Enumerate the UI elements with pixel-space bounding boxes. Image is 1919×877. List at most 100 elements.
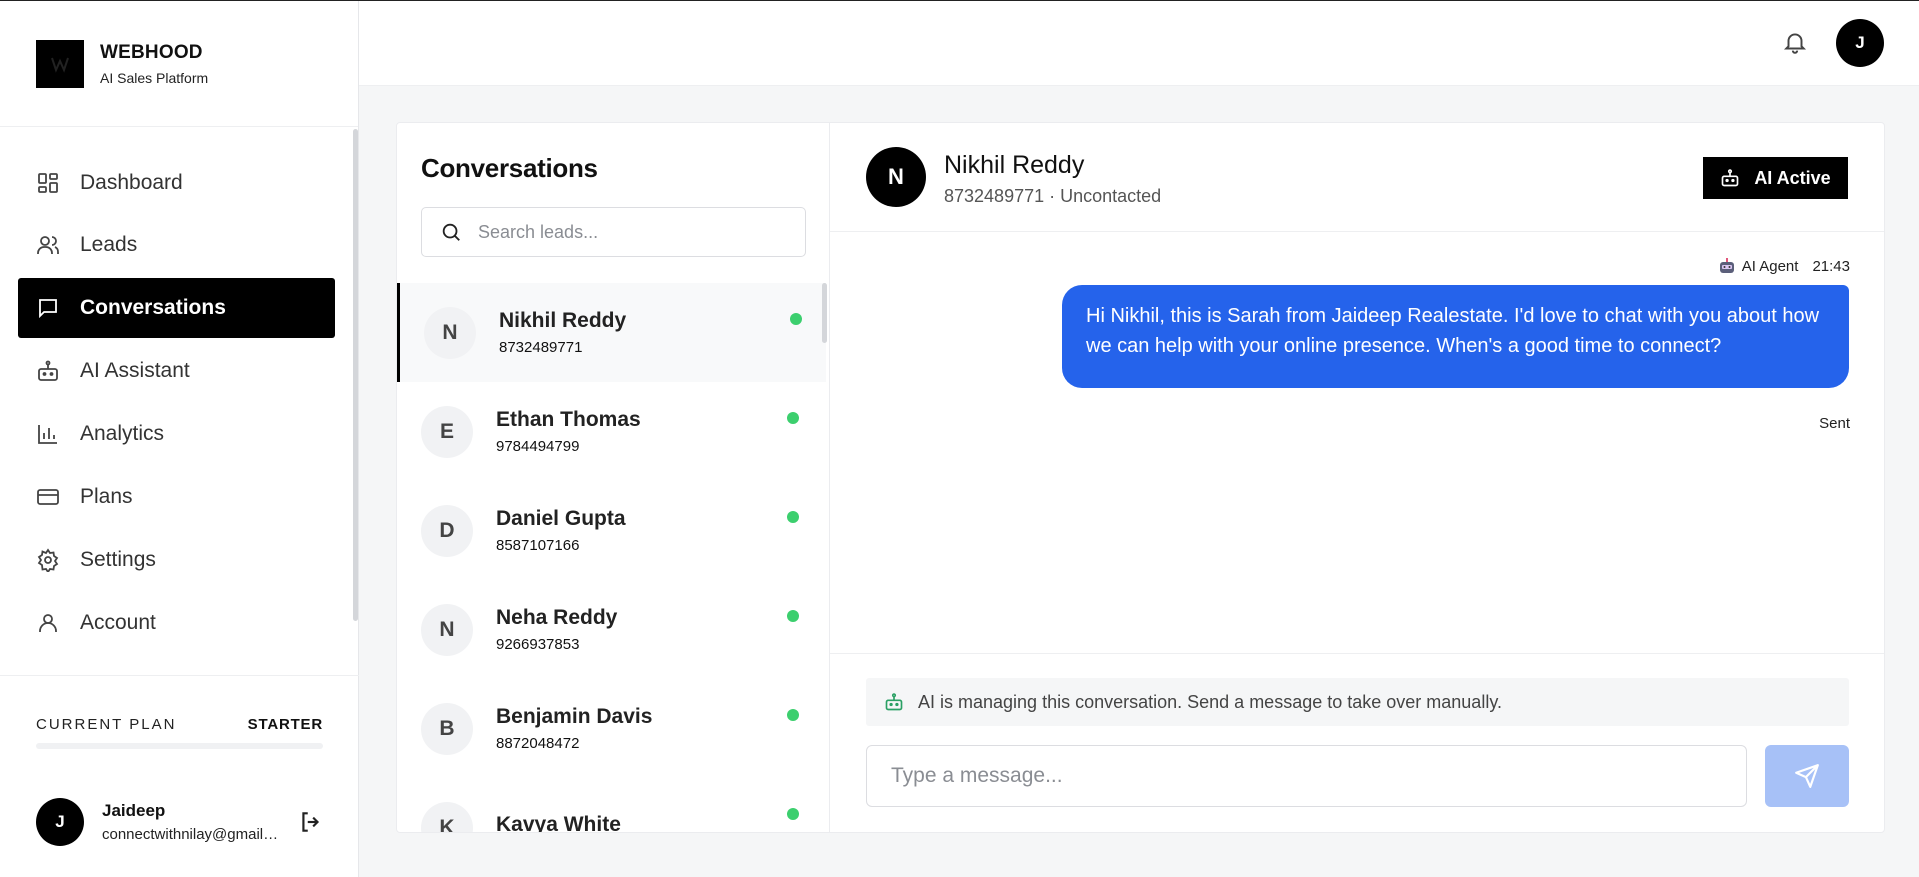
topbar: J — [359, 1, 1919, 86]
sidebar-item-plans[interactable]: Plans — [18, 467, 335, 527]
sidebar-item-conversations[interactable]: Conversations — [18, 278, 335, 338]
list-item[interactable]: E Ethan Thomas 9784494799 — [397, 382, 826, 481]
list-item[interactable]: N Neha Reddy 9266937853 — [397, 580, 826, 679]
sidebar-item-label: Dashboard — [80, 171, 183, 194]
plan-value: STARTER — [247, 716, 323, 733]
online-status-dot — [787, 412, 799, 424]
sidebar-item-label: Analytics — [80, 422, 165, 445]
sidebar-item-settings[interactable]: Settings — [18, 530, 335, 590]
chat-header: N Nikhil Reddy 8732489771 · Uncontacted … — [830, 123, 1884, 232]
avatar: B — [421, 702, 473, 755]
search-box[interactable] — [421, 207, 806, 257]
credit-card-icon — [36, 485, 60, 509]
current-plan: CURRENT PLAN STARTER — [0, 675, 359, 765]
online-status-dot — [787, 511, 799, 523]
list-scrollbar[interactable] — [822, 283, 827, 343]
message-sender: AI Agent — [1741, 257, 1799, 275]
user-name: Jaideep — [102, 800, 166, 820]
conversations-panel: Conversations N Nikhil Reddy 8732489771 … — [396, 122, 1885, 833]
lead-phone: 8587107166 — [496, 537, 580, 554]
message-square-icon — [36, 296, 60, 320]
avatar: N — [424, 306, 476, 359]
chat-window: N Nikhil Reddy 8732489771 · Uncontacted … — [830, 123, 1884, 832]
lead-name: Benjamin Davis — [496, 705, 653, 728]
lead-phone: 8732489771 — [499, 339, 583, 356]
message-meta: AI Agent 21:43 — [1718, 257, 1850, 275]
conversation-list: Conversations N Nikhil Reddy 8732489771 … — [397, 123, 830, 833]
user-profile: J Jaideep connectwithnilay@gmail.com — [0, 765, 359, 877]
lead-name: Nikhil Reddy — [499, 309, 627, 332]
sidebar-item-dashboard[interactable]: Dashboard — [18, 153, 335, 213]
bot-icon — [36, 359, 60, 383]
avatar: K — [421, 801, 473, 832]
send-button[interactable] — [1765, 745, 1849, 807]
search-input[interactable] — [478, 221, 778, 243]
list-item[interactable]: K Kavya White — [397, 778, 826, 833]
contact-name: Nikhil Reddy — [944, 151, 1085, 179]
avatar: D — [421, 504, 473, 557]
avatar: N — [866, 147, 926, 207]
logout-icon[interactable] — [298, 809, 324, 835]
brand-subtitle: AI Sales Platform — [100, 69, 209, 86]
users-icon — [36, 233, 60, 257]
online-status-dot — [787, 610, 799, 622]
send-icon — [1794, 763, 1820, 789]
brand-name: WEBHOOD — [100, 41, 203, 63]
lead-name: Kavya White — [496, 812, 621, 833]
contact-subtitle: 8732489771 · Uncontacted — [944, 186, 1162, 206]
message-time: 21:43 — [1812, 257, 1850, 275]
dashboard-icon — [36, 171, 60, 195]
conversation-items: N Nikhil Reddy 8732489771 E Ethan Thomas… — [397, 283, 826, 833]
sidebar-scrollbar[interactable] — [353, 129, 358, 621]
sidebar-item-label: Plans — [80, 485, 133, 508]
bell-icon[interactable] — [1782, 29, 1808, 55]
message-composer: AI is managing this conversation. Send a… — [830, 653, 1884, 832]
sidebar-item-label: Conversations — [80, 296, 226, 319]
lead-name: Ethan Thomas — [496, 408, 641, 431]
brand-logo[interactable] — [36, 39, 84, 88]
sidebar: WEBHOOD AI Sales Platform Dashboard Lead… — [0, 1, 359, 877]
message-status: Sent — [1819, 415, 1850, 432]
online-status-dot — [790, 313, 802, 325]
lead-name: Neha Reddy — [496, 606, 618, 629]
ai-active-label: AI Active — [1754, 167, 1831, 188]
sidebar-item-label: Account — [80, 611, 156, 634]
list-item[interactable]: D Daniel Gupta 8587107166 — [397, 481, 826, 580]
page-title: Conversations — [421, 153, 598, 183]
message-bubble: Hi Nikhil, this is Sarah from Jaideep Re… — [1062, 285, 1849, 388]
avatar: E — [421, 405, 473, 458]
brand: WEBHOOD AI Sales Platform — [0, 1, 358, 127]
robot-icon — [1718, 257, 1736, 275]
lead-phone: 8872048472 — [496, 735, 580, 752]
lead-phone: 9784494799 — [496, 438, 580, 455]
online-status-dot — [787, 808, 799, 820]
ai-notice-text: AI is managing this conversation. Send a… — [918, 691, 1502, 712]
user-icon — [36, 611, 60, 635]
plan-usage-bar — [36, 743, 323, 749]
search-icon — [440, 221, 462, 243]
sidebar-item-leads[interactable]: Leads — [18, 215, 335, 275]
sidebar-nav: Dashboard Leads Conversations AI Assista… — [0, 127, 359, 675]
avatar[interactable]: J — [36, 797, 84, 846]
topbar-avatar[interactable]: J — [1836, 19, 1884, 67]
user-email: connectwithnilay@gmail.com — [102, 825, 280, 843]
list-item[interactable]: B Benjamin Davis 8872048472 — [397, 679, 826, 778]
lead-name: Daniel Gupta — [496, 507, 626, 530]
sidebar-item-account[interactable]: Account — [18, 593, 335, 653]
bot-icon — [1720, 168, 1740, 188]
list-item[interactable]: N Nikhil Reddy 8732489771 — [397, 283, 826, 382]
bot-icon — [884, 692, 904, 712]
ai-active-button[interactable]: AI Active — [1703, 157, 1848, 199]
avatar: N — [421, 603, 473, 656]
lead-phone: 9266937853 — [496, 636, 580, 653]
message-input[interactable] — [866, 745, 1747, 807]
ai-managing-notice: AI is managing this conversation. Send a… — [866, 678, 1849, 726]
bar-chart-icon — [36, 422, 60, 446]
gear-icon — [36, 548, 60, 572]
sidebar-item-label: AI Assistant — [80, 359, 190, 382]
plan-label: CURRENT PLAN — [36, 716, 177, 733]
sidebar-item-label: Settings — [80, 548, 156, 571]
sidebar-item-ai-assistant[interactable]: AI Assistant — [18, 341, 335, 401]
sidebar-item-label: Leads — [80, 233, 138, 256]
sidebar-item-analytics[interactable]: Analytics — [18, 404, 335, 464]
